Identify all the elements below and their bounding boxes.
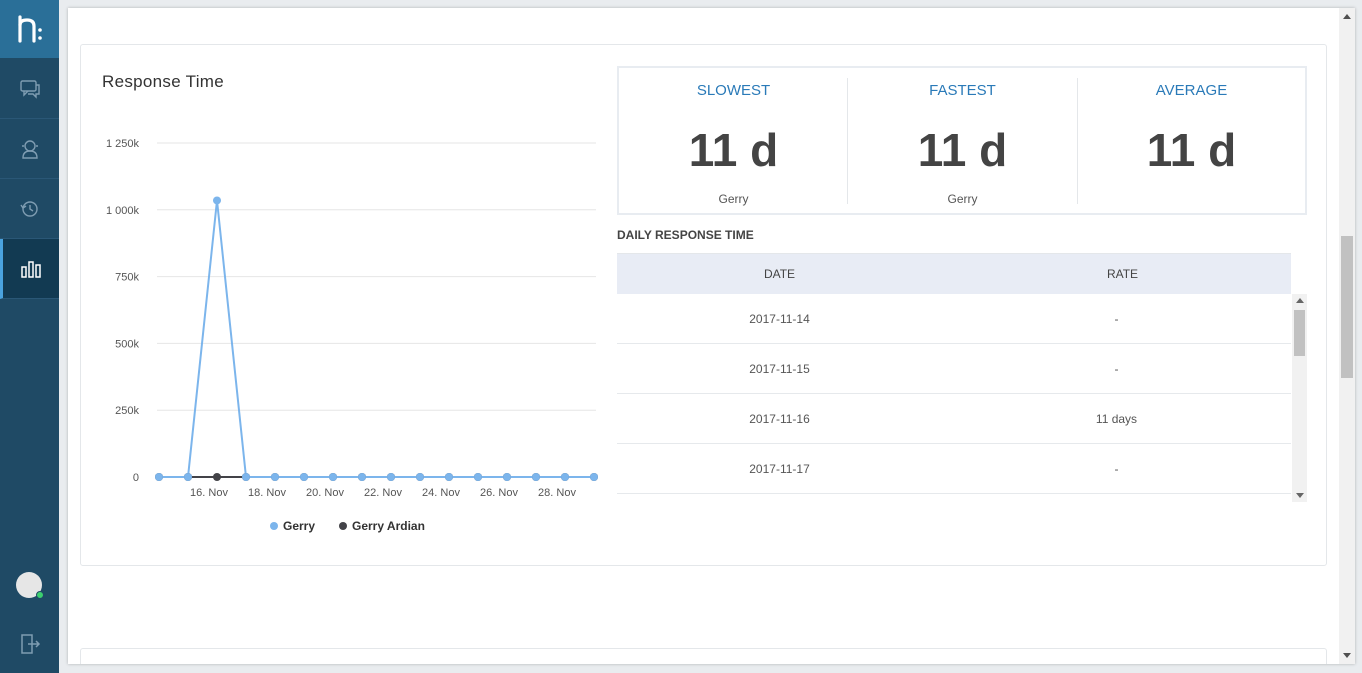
sidebar [0, 0, 59, 673]
stat-label: FASTEST [929, 82, 996, 99]
data-point [387, 473, 395, 481]
chart-grid [157, 142, 596, 478]
rate-cell: - [1114, 362, 1119, 376]
table-scrollbar[interactable] [1292, 294, 1307, 502]
data-point [155, 473, 163, 481]
rate-cell: - [1114, 462, 1119, 476]
response-stats: SLOWEST 11 d Gerry FASTEST 11 d Gerry AV… [617, 66, 1307, 215]
y-tick-label: 1 000k [106, 205, 140, 217]
stat-label: SLOWEST [696, 82, 771, 99]
scroll-down-icon[interactable] [1343, 653, 1351, 658]
sidebar-item-history[interactable] [0, 179, 59, 239]
stat-slowest: SLOWEST 11 d Gerry [619, 68, 848, 213]
stat-average: AVERAGE 11 d [1077, 68, 1306, 213]
x-tick-label: 26. Nov [480, 487, 518, 499]
data-point [474, 473, 482, 481]
y-tick-label: 0 [133, 472, 139, 484]
stat-value: 11 d [917, 124, 1008, 176]
table-row: 2017-11-17 - [617, 444, 1291, 494]
column-header-rate[interactable]: RATE [954, 254, 1291, 295]
chat-bubbles-icon [19, 79, 40, 99]
x-tick-label: 20. Nov [306, 487, 344, 499]
date-cell: 2017-11-14 [749, 312, 810, 326]
response-time-card: Response Time 0 250k 500k 750k 1 000k 1 250k … [80, 44, 1327, 566]
bar-chart-icon [21, 260, 41, 278]
x-tick-label: 22. Nov [364, 487, 402, 499]
stat-label: AVERAGE [1155, 82, 1228, 99]
online-status-icon [36, 591, 44, 599]
data-point [358, 473, 366, 481]
chart-legend[interactable]: Gerry Gerry Ardian [270, 519, 425, 533]
main-panel: Response Time 0 250k 500k 750k 1 000k 1 250k … [68, 8, 1355, 664]
data-point [532, 473, 540, 481]
data-point [329, 473, 337, 481]
legend-label: Gerry Ardian [352, 519, 425, 533]
series-line [159, 200, 594, 478]
x-tick-label: 16. Nov [190, 487, 228, 499]
data-point [416, 473, 424, 481]
date-cell: 2017-11-17 [749, 462, 810, 476]
stat-agent-name: Gerry [718, 192, 749, 206]
data-point [271, 473, 279, 481]
app-logo[interactable] [0, 0, 59, 58]
data-point [242, 473, 250, 481]
rate-cell: 11 days [1095, 412, 1138, 426]
chart-series [159, 200, 594, 478]
x-tick-label: 28. Nov [538, 487, 576, 499]
page-scroll-thumb[interactable] [1341, 236, 1353, 378]
y-tick-label: 250k [115, 405, 139, 417]
data-point [590, 473, 598, 481]
scroll-up-icon[interactable] [1343, 14, 1351, 19]
agent-icon [21, 139, 38, 159]
sidebar-item-reports[interactable] [0, 239, 59, 299]
sidebar-item-chat[interactable] [0, 59, 59, 119]
legend-label: Gerry [283, 519, 315, 533]
table-row: 2017-11-15 - [617, 344, 1291, 394]
logo-icon [17, 15, 42, 43]
data-point [561, 473, 569, 481]
y-tick-label: 1 250k [106, 138, 140, 150]
x-tick-label: 24. Nov [422, 487, 460, 499]
data-point [213, 473, 221, 481]
stat-fastest: FASTEST 11 d Gerry [848, 68, 1077, 213]
y-tick-label: 500k [115, 338, 139, 350]
response-time-chart: 0 250k 500k 750k 1 000k 1 250k 16. Nov 18. Nov… [106, 138, 598, 533]
history-icon [19, 200, 38, 217]
table-scroll-thumb[interactable] [1294, 310, 1305, 356]
table-row: 2017-11-16 11 days [617, 394, 1291, 444]
legend-marker [339, 522, 347, 530]
page-scrollbar[interactable] [1339, 8, 1355, 664]
data-point [184, 473, 192, 481]
daily-response-table: 2017-11-14 - 2017-11-15 - 2017-11-16 11 … [617, 294, 1307, 502]
sidebar-item-agents[interactable] [0, 119, 59, 179]
daily-response-title: DAILY RESPONSE TIME [617, 228, 754, 242]
table-row: 2017-11-14 - [617, 294, 1291, 344]
x-tick-label: 18. Nov [248, 487, 286, 499]
x-axis-ticks: 16. Nov 18. Nov 20. Nov 22. Nov 24. Nov 26. N… [190, 487, 576, 499]
stat-value: 11 d [688, 124, 779, 176]
data-point [445, 473, 453, 481]
scroll-up-icon[interactable] [1296, 298, 1304, 303]
date-cell: 2017-11-16 [749, 412, 810, 426]
logout-icon [20, 634, 40, 654]
data-point [503, 473, 511, 481]
stat-agent-name: Gerry [947, 192, 978, 206]
data-point [300, 473, 308, 481]
y-axis-ticks: 0 250k 500k 750k 1 000k 1 250k [106, 138, 140, 484]
table-header: DATE RATE [617, 253, 1291, 294]
column-header-date[interactable]: DATE [617, 254, 942, 295]
next-card [80, 648, 1327, 664]
stat-value: 11 d [1146, 124, 1237, 176]
y-tick-label: 750k [115, 272, 139, 284]
scroll-down-icon[interactable] [1296, 493, 1304, 498]
data-point [213, 196, 221, 205]
rate-cell: - [1114, 312, 1119, 326]
logout-button[interactable] [0, 615, 59, 673]
date-cell: 2017-11-15 [749, 362, 810, 376]
legend-marker [270, 522, 278, 530]
